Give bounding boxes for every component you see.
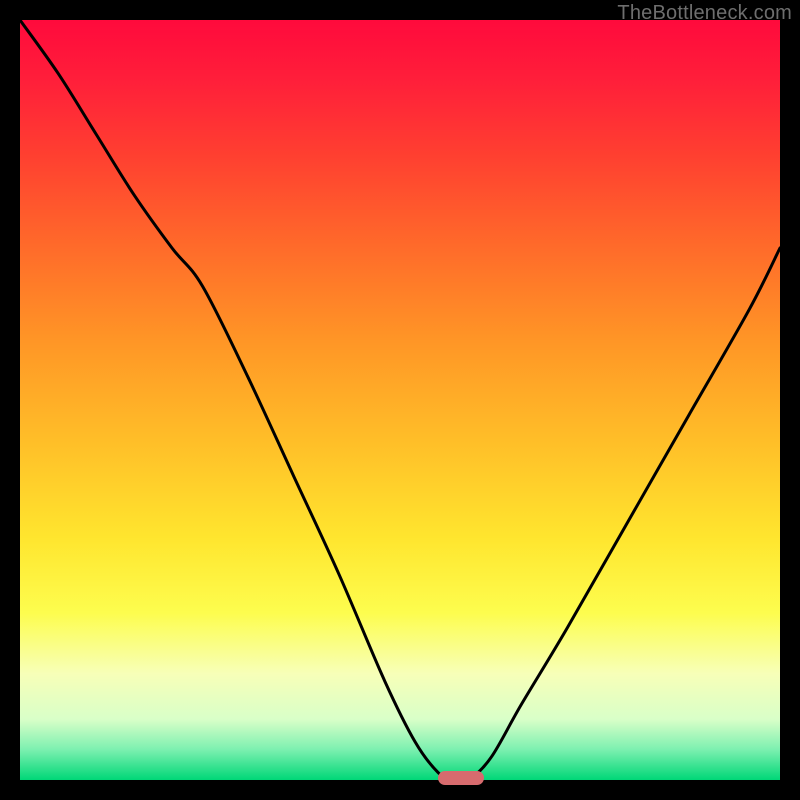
chart-frame: TheBottleneck.com <box>0 0 800 800</box>
bottleneck-curve-path <box>20 20 780 780</box>
optimal-marker <box>438 771 484 785</box>
plot-area <box>20 20 780 780</box>
curve-svg <box>20 20 780 780</box>
